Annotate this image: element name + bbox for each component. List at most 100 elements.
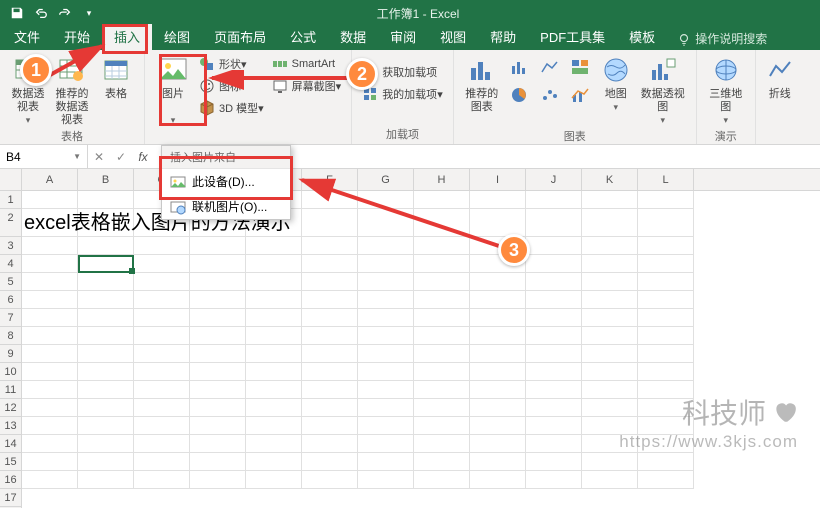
col-header[interactable]: H [414, 169, 470, 190]
group-tables-label: 表格 [6, 127, 138, 146]
map-icon [600, 54, 632, 86]
my-addins-button[interactable]: 我的加载项 ▾ [362, 84, 443, 104]
row-header[interactable]: 3 [0, 237, 21, 255]
pivot-chart-icon [647, 54, 679, 86]
undo-icon[interactable] [30, 2, 52, 24]
tab-page-layout[interactable]: 页面布局 [202, 24, 278, 50]
row-header[interactable]: 14 [0, 435, 21, 453]
cancel-icon[interactable]: ✕ [88, 150, 110, 164]
row-headers: 1 2 3 4 5 6 7 8 9 10 11 12 13 14 15 16 1… [0, 169, 22, 508]
group-sparklines: 折线 [756, 50, 804, 144]
col-header[interactable]: I [470, 169, 526, 190]
fx-icon[interactable]: fx [132, 150, 154, 164]
3d-map-button[interactable]: 三维地图▾ [703, 52, 749, 127]
tab-pdf[interactable]: PDF工具集 [528, 24, 617, 50]
row-header[interactable]: 11 [0, 381, 21, 399]
dropdown-header: 插入图片来自 [162, 146, 290, 169]
row-header[interactable]: 10 [0, 363, 21, 381]
row-header[interactable]: 13 [0, 417, 21, 435]
cube-icon [199, 100, 215, 116]
qat-customize-icon[interactable]: ▾ [78, 2, 100, 24]
col-header[interactable]: G [358, 169, 414, 190]
group-tours-label: 演示 [703, 127, 749, 146]
save-icon[interactable] [6, 2, 28, 24]
row-header[interactable]: 15 [0, 453, 21, 471]
col-header[interactable]: A [22, 169, 78, 190]
insert-picture-dropdown: 插入图片来自 此设备(D)... 联机图片(O)... [161, 145, 291, 220]
tab-view[interactable]: 视图 [428, 24, 478, 50]
bar-chart-icon[interactable] [506, 54, 534, 80]
cell-grid[interactable]: excel表格嵌入图片的方法演示 [22, 191, 820, 489]
rec-chart-icon [466, 54, 498, 86]
redo-icon[interactable] [54, 2, 76, 24]
pivot-chart-button[interactable]: 数据透视图▾ [636, 52, 690, 127]
tab-home[interactable]: 开始 [52, 24, 102, 50]
insert-picture-online[interactable]: 联机图片(O)... [162, 194, 290, 219]
select-all-corner[interactable] [0, 169, 21, 191]
maps-button[interactable]: 地图▾ [596, 52, 636, 114]
combo-chart-icon[interactable] [566, 82, 594, 108]
tab-help[interactable]: 帮助 [478, 24, 528, 50]
hierarchy-chart-icon[interactable] [566, 54, 594, 80]
pivot-table-button[interactable]: 数据透视表▾ [6, 52, 50, 127]
group-illustrations: 图片▾ 形状 ▾ 图标 3D 模型 ▾ SmartArt 屏幕截图 ▾ 插图 [145, 50, 352, 144]
3d-models-button[interactable]: 3D 模型 ▾ [199, 98, 264, 118]
row-header[interactable]: 9 [0, 345, 21, 363]
row-header[interactable]: 5 [0, 273, 21, 291]
screenshot-button[interactable]: 屏幕截图 ▾ [272, 76, 342, 96]
tab-templates[interactable]: 模板 [617, 24, 667, 50]
smartart-icon [272, 56, 288, 72]
col-header[interactable]: L [638, 169, 694, 190]
col-header[interactable]: B [78, 169, 134, 190]
tab-insert[interactable]: 插入 [102, 24, 152, 50]
worksheet: 1 2 3 4 5 6 7 8 9 10 11 12 13 14 15 16 1… [0, 169, 820, 508]
smartart-button[interactable]: SmartArt [272, 54, 342, 74]
pie-chart-icon[interactable] [506, 82, 534, 108]
row-header[interactable]: 16 [0, 471, 21, 489]
tab-draw[interactable]: 绘图 [152, 24, 202, 50]
insert-picture-this-device[interactable]: 此设备(D)... [162, 169, 290, 194]
chart-type-gallery [504, 52, 596, 110]
tab-formulas[interactable]: 公式 [278, 24, 328, 50]
tab-file[interactable]: 文件 [2, 24, 52, 50]
recommended-charts-button[interactable]: 推荐的图表 [460, 52, 504, 114]
tab-data[interactable]: 数据 [328, 24, 378, 50]
group-addins: 获取加载项 我的加载项 ▾ 加载项 [352, 50, 454, 144]
screenshot-icon [272, 78, 288, 94]
pictures-button[interactable]: 图片▾ [151, 52, 195, 127]
col-header[interactable]: K [582, 169, 638, 190]
icons-icon [199, 78, 215, 94]
pivot-table-icon [12, 54, 44, 86]
globe-icon [710, 54, 742, 86]
sparkline-icon [764, 54, 796, 86]
row-header[interactable]: 7 [0, 309, 21, 327]
window-title: 工作簿1 - Excel [102, 5, 734, 22]
row-header[interactable]: 12 [0, 399, 21, 417]
shapes-button[interactable]: 形状 ▾ [199, 54, 264, 74]
group-charts: 推荐的图表 地图▾ 数据透视图▾ 图表 [454, 50, 697, 144]
row-header[interactable]: 17 [0, 489, 21, 507]
row-header[interactable]: 8 [0, 327, 21, 345]
tell-me-search[interactable]: 操作说明搜索 [667, 27, 777, 50]
ribbon-tabs: 文件 开始 插入 绘图 页面布局 公式 数据 审阅 视图 帮助 PDF工具集 模… [0, 26, 820, 50]
col-header[interactable]: J [526, 169, 582, 190]
name-box[interactable]: B4▼ [0, 145, 88, 168]
row-header[interactable]: 2 [0, 209, 21, 237]
table-button[interactable]: 表格 [94, 52, 138, 101]
scatter-chart-icon[interactable] [536, 82, 564, 108]
row-header[interactable]: 1 [0, 191, 21, 209]
recommended-pivot-button[interactable]: 推荐的数据透视表 [50, 52, 94, 127]
group-tables: 数据透视表▾ 推荐的数据透视表 表格 表格 [0, 50, 145, 144]
cell-a2[interactable]: excel表格嵌入图片的方法演示 [22, 209, 78, 237]
group-tours: 三维地图▾ 演示 [697, 50, 756, 144]
line-chart-icon[interactable] [536, 54, 564, 80]
icons-button[interactable]: 图标 [199, 76, 264, 96]
row-header[interactable]: 4 [0, 255, 21, 273]
get-addins-button[interactable]: 获取加载项 [362, 62, 443, 82]
col-header[interactable]: F [302, 169, 358, 190]
enter-icon[interactable]: ✓ [110, 150, 132, 164]
row-header[interactable]: 6 [0, 291, 21, 309]
tab-review[interactable]: 审阅 [378, 24, 428, 50]
store-icon [362, 64, 378, 80]
sparkline-button[interactable]: 折线 [762, 52, 798, 101]
